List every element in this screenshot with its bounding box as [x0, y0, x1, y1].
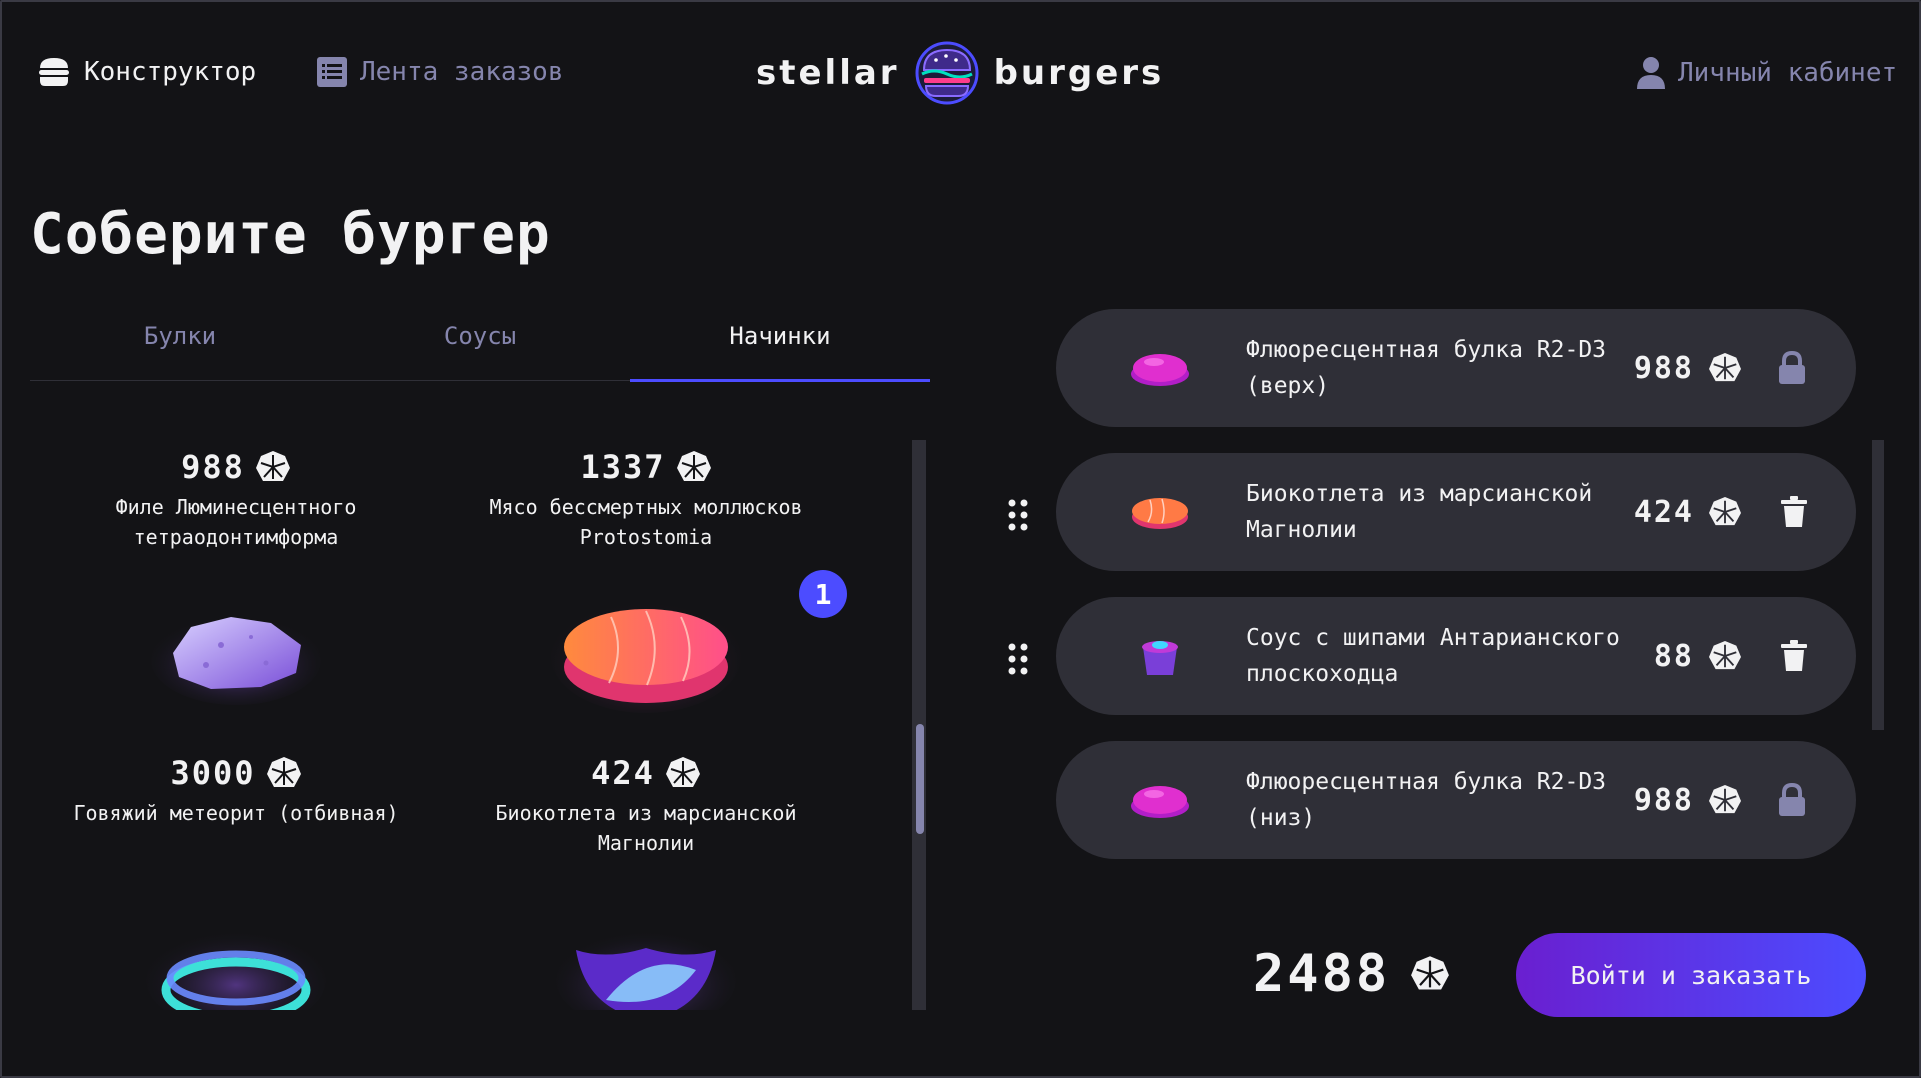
- constructor-item-name: Соус с шипами Антарианского плоскоходца: [1246, 625, 1620, 687]
- ingredient-card[interactable]: 1337 Мясо бессмертных моллюсков Protosto…: [456, 448, 836, 552]
- logo-text-left: stellar: [756, 53, 900, 93]
- constructor-filling[interactable]: Соус с шипами Антарианского плоскоходца …: [1056, 597, 1856, 715]
- currency-icon: [1709, 496, 1741, 526]
- ingredients-scroll-thumb[interactable]: [916, 724, 924, 834]
- lock-icon: [1779, 351, 1805, 384]
- nav-constructor-label: Конструктор: [84, 57, 257, 87]
- price-value: 1337: [580, 448, 666, 486]
- ingredient-counter: 1: [799, 570, 847, 618]
- drag-handle-icon[interactable]: [1006, 641, 1030, 677]
- delete-button[interactable]: [1780, 496, 1808, 528]
- currency-icon: [255, 451, 290, 481]
- constructor-scrollbar[interactable]: [1872, 440, 1884, 730]
- profile-icon: [1637, 57, 1665, 89]
- currency-icon: [1709, 784, 1741, 814]
- constructor-item-name: Флюоресцентная булка R2-D3 (верх): [1246, 337, 1607, 399]
- constructor-item-name: Биокотлета из марсианской Магнолии: [1246, 481, 1593, 543]
- ingredient-name: Филе Люминесцентного тетраодонтимформа: [115, 495, 357, 549]
- trash-icon: [1781, 496, 1807, 527]
- tab-fillings[interactable]: Начинки: [630, 312, 930, 382]
- logo-text-right: burgers: [993, 53, 1165, 93]
- total-value: 2488: [1253, 944, 1391, 1004]
- currency-icon: [1709, 352, 1741, 382]
- ingredient-card[interactable]: 3000 Говяжий метеорит (отбивная): [46, 754, 426, 828]
- constructor-item-name: Флюоресцентная булка R2-D3 (низ): [1246, 769, 1607, 831]
- constructor-item-price: 424: [1634, 495, 1742, 530]
- price-value: 988: [1633, 782, 1694, 818]
- ingredient-image[interactable]: [46, 590, 426, 720]
- nav-constructor[interactable]: Конструктор: [36, 56, 256, 88]
- list-icon: [317, 57, 347, 87]
- currency-icon: [1709, 640, 1741, 670]
- constructor-item-price: 88: [1654, 639, 1742, 674]
- ingredient-price: 3000: [46, 754, 426, 792]
- leaf-bowl-image: [556, 930, 736, 1010]
- constructor-filling[interactable]: Биокотлета из марсианской Магнолии 424: [1056, 453, 1856, 571]
- order-total: 2488: [1253, 944, 1450, 1004]
- ingredient-name: Говяжий метеорит (отбивная): [73, 801, 399, 825]
- nav-feed-label: Лента заказов: [360, 57, 564, 87]
- bio-patty-icon: [1132, 498, 1188, 529]
- price-value: 88: [1653, 638, 1694, 674]
- lock-icon: [1779, 783, 1805, 816]
- ingredient-name: Мясо бессмертных моллюсков Protostomia: [489, 495, 803, 549]
- bun-image: [1131, 354, 1189, 386]
- currency-icon: [1411, 956, 1450, 990]
- constructor-bun-top: Флюоресцентная булка R2-D3 (верх) 988: [1056, 309, 1856, 427]
- ingredient-image[interactable]: [46, 910, 426, 1010]
- trash-icon: [1781, 640, 1807, 671]
- logo[interactable]: stellar burgers: [756, 40, 1164, 106]
- constructor-item-price: 988: [1634, 783, 1742, 818]
- currency-icon: [266, 757, 301, 787]
- bio-patty-image: [551, 601, 741, 713]
- ingredient-image[interactable]: [456, 590, 836, 720]
- constructor-bun-bottom: Флюоресцентная булка R2-D3 (низ) 988: [1056, 741, 1856, 859]
- ingredient-card[interactable]: 988 Филе Люминесцентного тетраодонтимфор…: [46, 448, 426, 552]
- rings-image: [146, 930, 326, 1010]
- ingredient-card[interactable]: 424 Биокотлета из марсианской Магнолии: [456, 754, 836, 858]
- ingredient-price: 424: [456, 754, 836, 792]
- price-value: 988: [1633, 350, 1694, 386]
- nav-feed[interactable]: Лента заказов: [316, 56, 564, 88]
- burger-icon: [39, 58, 69, 86]
- page-title: Соберите бургер: [30, 202, 551, 267]
- nav-profile-label: Личный кабинет: [1678, 58, 1898, 88]
- ingredients-list: 988 Филе Люминесцентного тетраодонтимфор…: [30, 440, 900, 1010]
- price-value: 424: [1633, 494, 1694, 530]
- ingredient-name: Биокотлета из марсианской Магнолии: [495, 801, 797, 855]
- tab-buns[interactable]: Булки: [30, 312, 330, 380]
- nav-profile[interactable]: Личный кабинет: [1636, 56, 1897, 90]
- login-and-order-button[interactable]: Войти и заказать: [1516, 933, 1866, 1017]
- ingredient-tabs: Булки Соусы Начинки: [30, 312, 930, 382]
- price-value: 424: [591, 754, 655, 792]
- price-value: 3000: [170, 754, 256, 792]
- drag-handle-icon[interactable]: [1006, 497, 1030, 533]
- ingredient-image[interactable]: [456, 910, 836, 1010]
- bun-image: [1131, 786, 1189, 818]
- constructor-item-price: 988: [1634, 351, 1742, 386]
- currency-icon: [665, 757, 700, 787]
- burger-logo-icon: [915, 41, 979, 105]
- tab-sauces[interactable]: Соусы: [330, 312, 630, 380]
- delete-button[interactable]: [1780, 640, 1808, 672]
- price-value: 988: [181, 448, 245, 486]
- meteorite-image: [151, 615, 321, 705]
- ingredient-price: 988: [46, 448, 426, 486]
- app-header: Конструктор Лента заказов stellar burger…: [0, 0, 1921, 150]
- sauce-icon: [1142, 641, 1178, 675]
- currency-icon: [676, 451, 711, 481]
- ingredient-price: 1337: [456, 448, 836, 486]
